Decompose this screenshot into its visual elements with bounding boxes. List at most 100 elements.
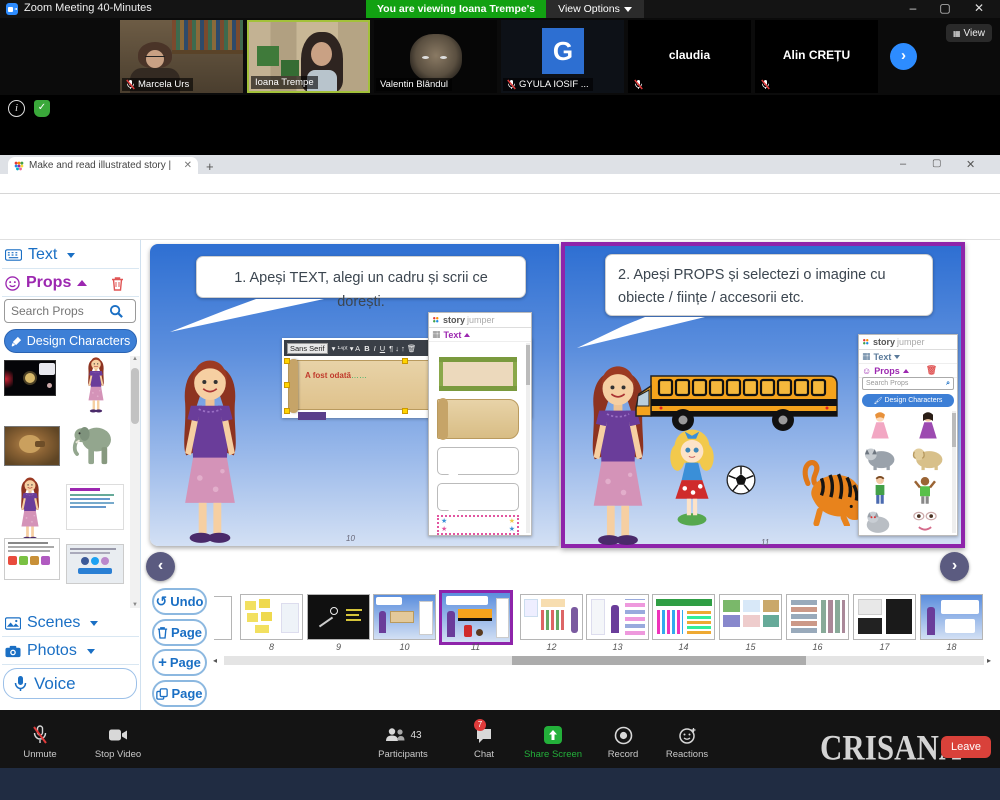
leave-button[interactable]: Leave (941, 736, 991, 758)
filmstrip-scroll-thumb[interactable] (512, 656, 806, 665)
speech-bubble[interactable]: 2. Apeși PROPS și selectezi o imagine cu… (605, 254, 933, 316)
reactions-button[interactable]: Reactions (658, 724, 716, 760)
selection-handle[interactable] (402, 408, 408, 414)
record-button[interactable]: Record (598, 724, 648, 760)
prop-doll[interactable] (661, 424, 723, 528)
mini-frame-scroll[interactable] (437, 399, 519, 439)
previous-page-arrow[interactable]: ‹ (146, 552, 175, 581)
mini-frame-bubble-1[interactable] (437, 447, 519, 475)
share-screen-button[interactable]: Share Screen (518, 724, 588, 760)
filmstrip-scroll-left[interactable]: ◂ (213, 656, 217, 665)
prop-thumb-lion[interactable] (4, 426, 60, 466)
mini-char-boy-waving (913, 475, 937, 505)
sidebar-item-props[interactable]: Props (2, 270, 139, 297)
selection-handle[interactable] (402, 358, 408, 364)
book-page-right[interactable]: 2. Apeși PROPS și selectezi o imagine cu… (561, 242, 965, 548)
filmstrip-scroll-right[interactable]: ▸ (987, 656, 991, 665)
prop-thumb-girl[interactable] (82, 356, 110, 414)
mini-trash-icon: 🗑 (926, 365, 937, 376)
maximize-button[interactable]: ▢ (930, 1, 960, 17)
thumbnail-page-18[interactable] (920, 594, 983, 640)
close-button[interactable]: ✕ (964, 1, 994, 17)
thumbnail-partial[interactable] (214, 596, 232, 640)
thumbnail-page-12[interactable] (520, 594, 583, 640)
chat-button[interactable]: 7 Chat (462, 724, 506, 760)
sidebar-item-scenes[interactable]: Scenes (2, 610, 139, 637)
new-tab-button[interactable]: + (206, 159, 214, 174)
undo-button[interactable]: ↺ Undo (152, 588, 207, 615)
thumbnail-page-11-selected[interactable] (439, 590, 513, 645)
search-icon[interactable] (109, 304, 124, 319)
mini-frame-bamboo[interactable] (439, 357, 517, 391)
thumbnail-page-10[interactable] (373, 594, 436, 640)
mini-frame-stars[interactable]: ★ ★ ★ ★ (437, 515, 519, 535)
scroll-thumb[interactable] (131, 368, 139, 424)
scroll-up-arrow[interactable]: ▲ (132, 356, 138, 362)
prop-thumb-document[interactable] (66, 484, 124, 530)
prop-thumb-screenshot-1[interactable] (4, 538, 60, 580)
unmute-button[interactable]: Unmute (14, 724, 66, 760)
thumbnail-page-17[interactable] (853, 594, 916, 640)
prop-thumb-elephant[interactable] (72, 418, 116, 470)
delete-page-button[interactable]: Page (152, 619, 207, 646)
video-tile-gyula[interactable]: G GYULA IOSIF ... (501, 20, 624, 93)
sidebar-item-text[interactable]: Text (2, 242, 139, 269)
prop-thumb-screenshot-2[interactable] (66, 544, 124, 584)
mini-char-princess-pink (867, 411, 893, 441)
mini-screenshot-props-panel[interactable]: storyjumper ▦ Text ☺ Props 🗑 Search (858, 334, 958, 536)
thumbnail-page-16[interactable] (786, 594, 849, 640)
video-tile-alin[interactable]: Alin CREȚU (755, 20, 878, 93)
character-girl[interactable] (164, 356, 256, 548)
filmstrip-scrollbar[interactable] (224, 656, 984, 665)
mini-screenshot-text-panel[interactable]: storyjumper ▦ Text (428, 312, 532, 536)
sidebar-scrollbar[interactable]: ▲ ▼ (130, 356, 140, 608)
next-participants-arrow[interactable]: › (890, 43, 917, 70)
speech-bubble[interactable]: 1. Apeși TEXT, alegi un cadru și scrii c… (196, 256, 526, 298)
bookshelf (172, 20, 243, 54)
green-square (257, 46, 279, 66)
search-props-input[interactable] (5, 304, 109, 318)
selection-handle[interactable] (284, 382, 290, 388)
info-icon[interactable]: i (8, 100, 25, 117)
thumbnail-page-8[interactable] (240, 594, 303, 640)
browser-minimize[interactable]: – (900, 158, 906, 170)
thumbnail-page-13[interactable] (586, 594, 649, 640)
mini-logo-icon (862, 338, 871, 347)
trash-icon[interactable] (111, 276, 124, 291)
video-tile-ioana[interactable]: Ioana Trempe (247, 20, 370, 93)
editor-workspace: Text Props Design Characters (0, 240, 1000, 710)
browser-tab[interactable]: Make and read illustrated story | ✕ (8, 157, 198, 174)
browser-maximize[interactable]: ▢ (932, 158, 941, 169)
video-tile-valentin[interactable]: Valentin Blândul (374, 20, 497, 93)
selection-handle[interactable] (284, 358, 290, 364)
browser-tabbar: Make and read illustrated story | ✕ + – … (0, 155, 1000, 174)
thumbnail-page-14[interactable] (652, 594, 715, 640)
browser-close[interactable]: ✕ (966, 158, 975, 171)
participants-button[interactable]: 43 Participants (368, 724, 438, 760)
minimize-button[interactable]: – (898, 1, 928, 17)
prop-thumb-girl-2[interactable] (16, 476, 44, 542)
prop-soccer-ball[interactable] (725, 464, 757, 496)
mini-char-labrador (911, 443, 945, 471)
video-tile-marcela[interactable]: Marcela Urs (120, 20, 243, 93)
tab-close-icon[interactable]: ✕ (184, 160, 192, 171)
selection-handle[interactable] (284, 408, 290, 414)
next-page-arrow[interactable]: › (940, 552, 969, 581)
mini-frame-bubble-2[interactable] (437, 483, 519, 511)
view-options-dropdown[interactable]: View Options (546, 0, 644, 18)
duplicate-page-button[interactable]: Page (152, 680, 207, 707)
add-page-button[interactable]: + Page (152, 649, 207, 676)
prop-thumb-space[interactable] (4, 360, 56, 396)
stop-video-button[interactable]: Stop Video (86, 724, 150, 760)
scroll-down-arrow[interactable]: ▼ (132, 602, 138, 608)
thumbnail-page-9[interactable] (307, 594, 370, 640)
video-tile-claudia[interactable]: claudia (628, 20, 751, 93)
shield-check-icon[interactable]: ✓ (34, 100, 50, 117)
sidebar-item-voice[interactable]: Voice (3, 668, 137, 699)
sidebar-item-photos[interactable]: Photos (2, 638, 139, 665)
view-layout-button[interactable]: ▦View (946, 24, 992, 42)
design-characters-button[interactable]: Design Characters (4, 329, 137, 353)
book-page-left[interactable]: 1. Apeși TEXT, alegi un cadru și scrii c… (150, 244, 559, 546)
thumbnail-page-15[interactable] (719, 594, 782, 640)
speech-bubble-tail (166, 298, 326, 336)
